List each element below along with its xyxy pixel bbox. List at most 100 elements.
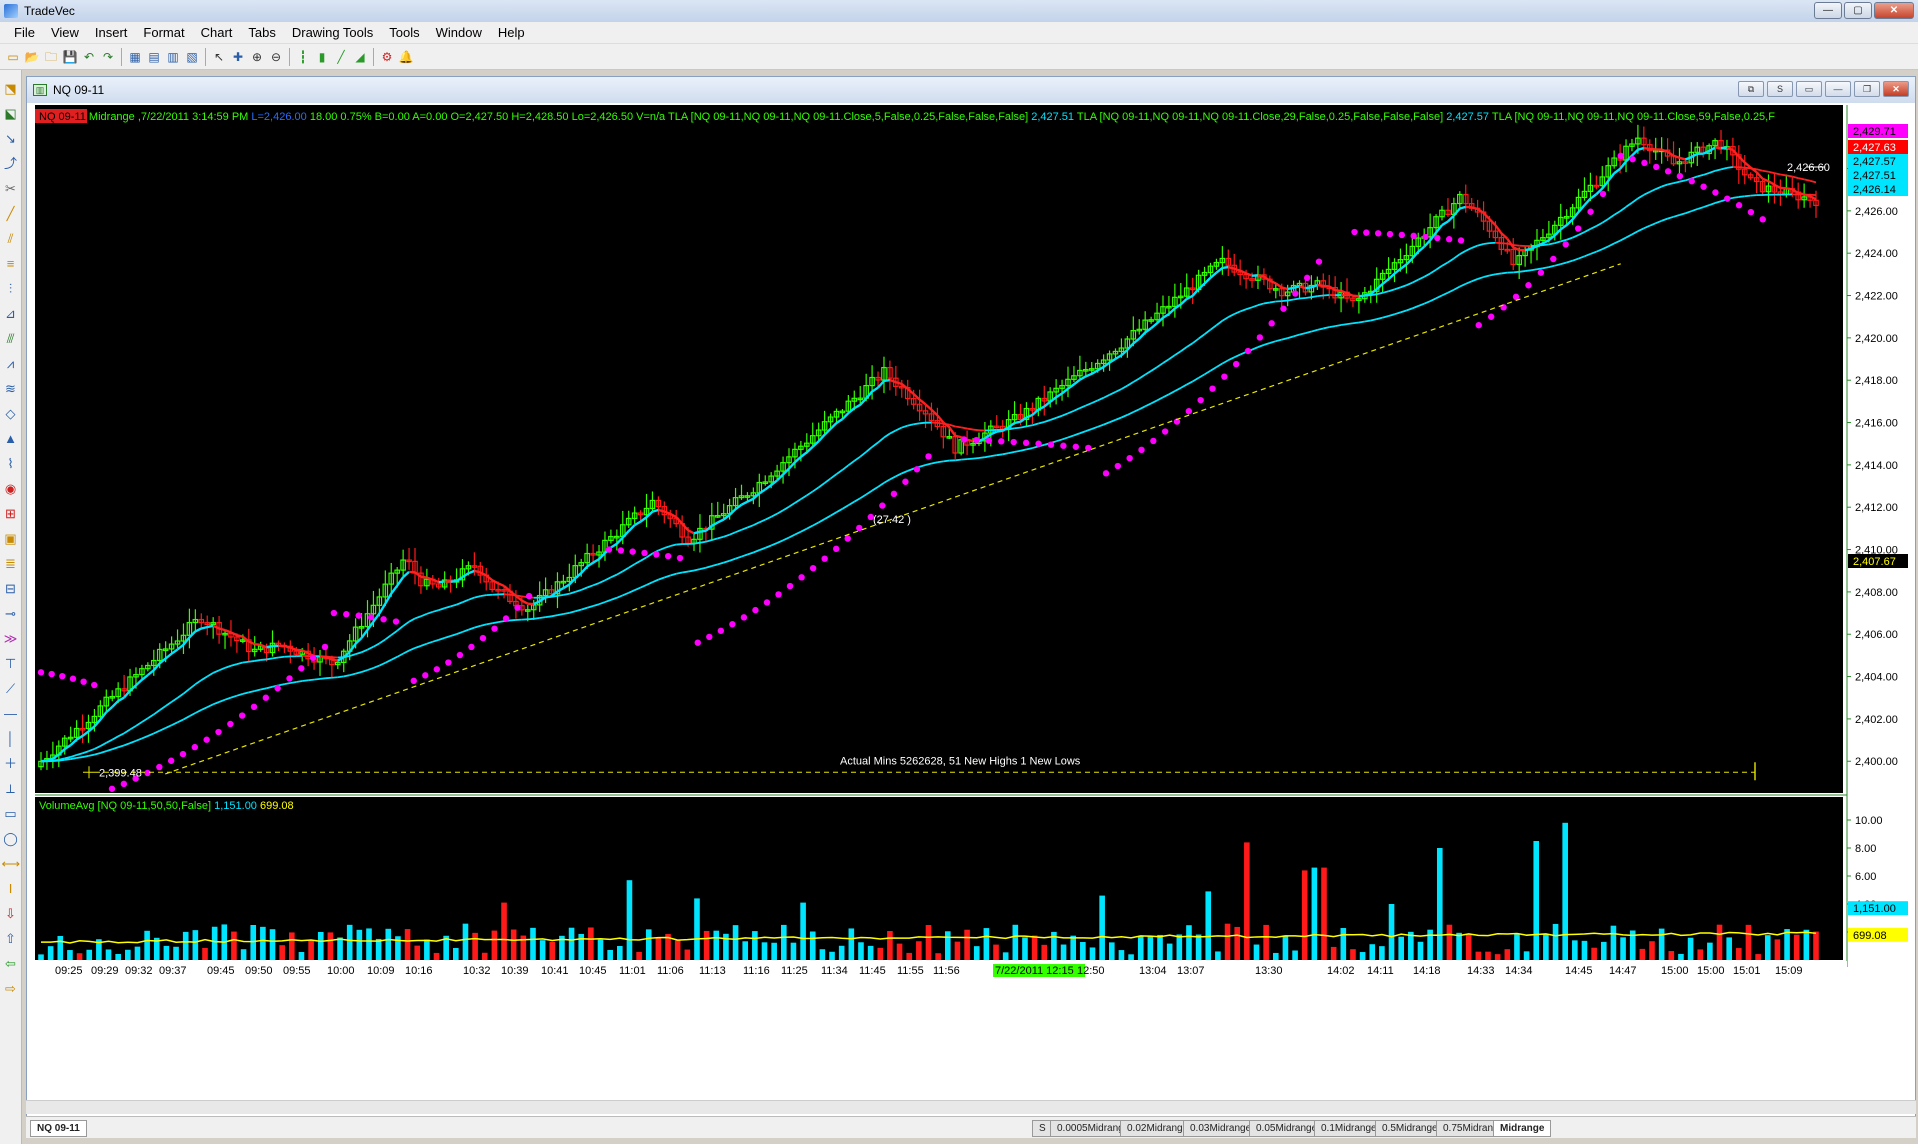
menu-drawing-tools[interactable]: Drawing Tools: [284, 25, 381, 40]
drawing-tool-icon[interactable]: ⇧: [2, 930, 20, 948]
drawing-tool-icon[interactable]: ⊿: [2, 305, 20, 323]
drawing-tool-icon[interactable]: │: [2, 730, 20, 748]
drawing-tool-icon[interactable]: ⫶: [2, 280, 20, 298]
drawing-tool-icon[interactable]: ▭: [2, 805, 20, 823]
open-icon[interactable]: 📂: [23, 48, 41, 66]
drawing-tool-icon[interactable]: ⊤: [2, 655, 20, 673]
menu-view[interactable]: View: [43, 25, 87, 40]
price-chart[interactable]: (27.42 ) 2,399.48 Actual Mins 5262628, 51 …: [35, 105, 1915, 1115]
range-tab[interactable]: 0.05Midrange: [1249, 1120, 1325, 1137]
range-tab[interactable]: 0.1Midrange: [1314, 1120, 1384, 1137]
volume-bar: [105, 949, 112, 960]
drawing-tool-icon[interactable]: ⤴: [2, 155, 20, 173]
range-tab[interactable]: 0.03Midrange: [1183, 1120, 1259, 1137]
save-icon[interactable]: 💾: [61, 48, 79, 66]
tla-59-line-segment: [296, 680, 303, 683]
drawing-tool-icon[interactable]: ≡: [2, 255, 20, 273]
zoom-in-icon[interactable]: ⊕: [248, 48, 266, 66]
volume-bar: [327, 932, 334, 960]
drawing-tool-icon[interactable]: ⟷: [2, 855, 21, 873]
crosshair-icon[interactable]: ✚: [229, 48, 247, 66]
redo-icon[interactable]: ↷: [99, 48, 117, 66]
drawing-tool-icon[interactable]: ⩘: [2, 355, 20, 373]
drawing-tool-icon[interactable]: ╱: [2, 205, 20, 223]
volume-panel[interactable]: [35, 797, 1843, 960]
drawing-tool-icon[interactable]: ◯: [2, 830, 20, 848]
sar-dot: [1244, 347, 1252, 355]
drawing-tool-icon[interactable]: ⬕: [2, 105, 20, 123]
menu-file[interactable]: File: [6, 25, 43, 40]
drawing-tool-icon[interactable]: ⊟: [2, 580, 20, 598]
sar-dot: [502, 615, 510, 622]
menu-chart[interactable]: Chart: [193, 25, 241, 40]
time-axis-label: 10:39: [501, 965, 529, 977]
drawing-tool-icon[interactable]: ✂: [2, 180, 20, 198]
drawing-tool-icon[interactable]: ≫: [2, 630, 20, 648]
drawing-tool-icon[interactable]: ⇦: [2, 955, 20, 973]
sar-dot: [706, 633, 713, 641]
drawing-tool-icon[interactable]: ↘: [2, 130, 20, 148]
zoom-out-icon[interactable]: ⊖: [267, 48, 285, 66]
drawing-tool-icon[interactable]: ◉: [2, 480, 20, 498]
candle-icon[interactable]: ▮: [313, 48, 331, 66]
table-icon[interactable]: ▥: [164, 48, 182, 66]
layout-icon[interactable]: ▤: [145, 48, 163, 66]
volume-marker-label: 1,151.00: [1853, 903, 1896, 915]
drawing-tool-icon[interactable]: I: [2, 880, 20, 898]
folder-icon[interactable]: 🗀: [42, 48, 60, 66]
range-tab[interactable]: Midrange: [1493, 1120, 1552, 1137]
volume-bar: [935, 953, 941, 960]
drawing-tool-icon[interactable]: ◇: [2, 405, 20, 423]
drawing-tool-icon[interactable]: ⟂: [2, 780, 20, 798]
maximize-button[interactable]: ▢: [1844, 2, 1872, 19]
tla-59-line-segment: [313, 677, 321, 681]
bar-icon[interactable]: ┇: [294, 48, 312, 66]
chart-close-button[interactable]: ✕: [1883, 81, 1909, 97]
chart-sync-button[interactable]: S: [1767, 81, 1793, 97]
settings-icon[interactable]: ⚙: [378, 48, 396, 66]
menu-format[interactable]: Format: [135, 25, 192, 40]
chart-tab-nq[interactable]: NQ 09-11: [30, 1120, 87, 1137]
app-titlebar: TradeVec — ▢ ✕: [0, 0, 1918, 22]
drawing-tool-icon[interactable]: ≋: [2, 380, 20, 398]
volume-header: VolumeAvg [NQ 09-11,50,50,False] 1,151.0…: [39, 800, 294, 812]
drawing-tool-icon[interactable]: ⊞: [2, 505, 20, 523]
menu-tools[interactable]: Tools: [381, 25, 427, 40]
chart-maximize-button[interactable]: ❐: [1854, 81, 1880, 97]
range-tab[interactable]: 0.5Midrange: [1375, 1120, 1445, 1137]
menu-help[interactable]: Help: [490, 25, 533, 40]
chart-link-button[interactable]: ⧉: [1738, 81, 1764, 97]
sar-dot: [1232, 360, 1240, 368]
undo-icon[interactable]: ↶: [80, 48, 98, 66]
drawing-tool-icon[interactable]: ＋: [2, 755, 20, 773]
drawing-tool-icon[interactable]: ⫻: [2, 330, 20, 348]
line-icon[interactable]: ╱: [332, 48, 350, 66]
drawing-tool-icon[interactable]: ⌇: [2, 455, 20, 473]
chart-minimize-button[interactable]: —: [1825, 81, 1851, 97]
alert-icon[interactable]: 🔔: [397, 48, 415, 66]
chart-icon[interactable]: ▧: [183, 48, 201, 66]
chart-panel-button[interactable]: ▭: [1796, 81, 1822, 97]
drawing-tool-icon[interactable]: ⫽: [2, 230, 20, 248]
menu-window[interactable]: Window: [428, 25, 490, 40]
menu-insert[interactable]: Insert: [87, 25, 136, 40]
area-icon[interactable]: ◢: [351, 48, 369, 66]
horizontal-scrollbar[interactable]: [26, 1100, 1916, 1114]
drawing-tool-icon[interactable]: ⇨: [2, 980, 20, 998]
drawing-tool-icon[interactable]: ≣: [2, 555, 20, 573]
drawing-tool-icon[interactable]: ⇩: [2, 905, 20, 923]
new-icon[interactable]: ▭: [4, 48, 22, 66]
close-button[interactable]: ✕: [1874, 2, 1914, 19]
drawing-tool-icon[interactable]: ⊸: [2, 605, 20, 623]
drawing-tool-icon[interactable]: —: [2, 705, 20, 723]
menu-tabs[interactable]: Tabs: [240, 25, 283, 40]
drawing-tool-icon[interactable]: ▣: [2, 530, 20, 548]
app-logo-icon: [4, 4, 18, 18]
tla-59-line-segment: [1014, 449, 1021, 453]
minimize-button[interactable]: —: [1814, 2, 1842, 19]
grid-icon[interactable]: ▦: [126, 48, 144, 66]
drawing-tool-icon[interactable]: ▲: [2, 430, 20, 448]
drawing-tool-icon[interactable]: ⬔: [2, 80, 20, 98]
arrow-icon[interactable]: ↖: [210, 48, 228, 66]
drawing-tool-icon[interactable]: ⟋: [2, 680, 20, 698]
